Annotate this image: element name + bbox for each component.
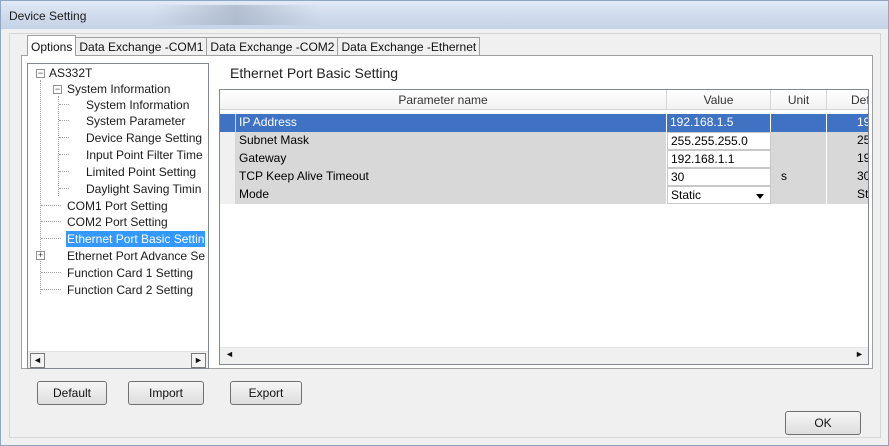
tree-line	[41, 238, 61, 239]
tree-item-com1-port-setting[interactable]: COM1 Port Setting	[67, 198, 168, 214]
tab-data-exchange-com2[interactable]: Data Exchange -COM2	[206, 37, 339, 56]
param-default: Static	[827, 186, 868, 204]
export-button[interactable]: Export	[230, 381, 302, 405]
table-row[interactable]: IP Address 192.168.1.5 192.168	[220, 114, 868, 132]
column-header-unit[interactable]: Unit	[771, 90, 827, 110]
param-unit	[771, 186, 827, 204]
param-value-input[interactable]: 192.168.1.1	[667, 150, 771, 168]
tab-options[interactable]: Options	[27, 35, 77, 56]
title-bar-decoration	[151, 5, 321, 25]
tree-line	[59, 104, 69, 105]
param-value-input[interactable]: 30	[667, 168, 771, 186]
table-row[interactable]: Subnet Mask 255.255.255.0 255.255	[220, 132, 868, 150]
row-indicator	[220, 132, 236, 150]
tree-line	[41, 289, 61, 290]
param-unit	[771, 150, 827, 168]
tree-item-function-card-2-setting[interactable]: Function Card 2 Setting	[67, 282, 193, 298]
tree-item-limited-point-setting[interactable]: Limited Point Setting	[86, 164, 196, 180]
column-header-value[interactable]: Value	[667, 90, 771, 110]
tree-root[interactable]: AS332T	[49, 65, 92, 81]
scroll-right-icon[interactable]: ►	[191, 353, 206, 368]
table-row[interactable]: TCP Keep Alive Timeout 30 s 30	[220, 168, 868, 186]
tree-item-ethernet-port-advance-setting[interactable]: Ethernet Port Advance Se	[67, 248, 205, 264]
row-indicator	[220, 168, 236, 186]
param-default: 255.255	[827, 132, 868, 150]
parameter-grid[interactable]: Parameter name Value Unit Def IP Address…	[219, 89, 869, 365]
tree-item-device-range-setting[interactable]: Device Range Setting	[86, 130, 202, 146]
device-setting-window: Device Setting Options Data Exchange -CO…	[0, 0, 889, 446]
tab-data-exchange-com1[interactable]: Data Exchange -COM1	[75, 37, 208, 56]
tree-line	[58, 96, 59, 196]
tree-line	[59, 188, 69, 189]
param-default: 192.168	[827, 114, 868, 132]
collapse-icon[interactable]: −	[53, 85, 62, 94]
tree-line	[59, 154, 69, 155]
tree-line	[41, 272, 61, 273]
default-button[interactable]: Default	[37, 381, 107, 405]
param-default: 192.168	[827, 150, 868, 168]
grid-header: Parameter name Value Unit Def	[220, 90, 868, 110]
param-name: Gateway	[236, 150, 667, 168]
tree-line	[41, 221, 61, 222]
expand-icon[interactable]: +	[36, 251, 45, 260]
param-unit	[771, 114, 827, 132]
tree-item-function-card-1-setting[interactable]: Function Card 1 Setting	[67, 265, 193, 281]
column-header-default[interactable]: Def	[827, 90, 868, 110]
tree-line	[59, 137, 69, 138]
dropdown-arrow-icon[interactable]	[756, 194, 764, 199]
param-name: IP Address	[236, 114, 667, 132]
tree-horizontal-scrollbar[interactable]: ◄ ►	[28, 351, 208, 368]
tree-group-system-information[interactable]: System Information	[67, 81, 170, 97]
tab-strip: Options Data Exchange -COM1 Data Exchang…	[27, 35, 481, 56]
column-header-parameter-name[interactable]: Parameter name	[220, 90, 667, 110]
scroll-right-icon[interactable]: ►	[852, 348, 867, 363]
tab-data-exchange-ethernet[interactable]: Data Exchange -Ethernet	[337, 37, 481, 56]
window-title: Device Setting	[9, 9, 87, 23]
row-indicator	[220, 186, 236, 204]
param-value-input[interactable]: 255.255.255.0	[667, 132, 771, 150]
tree-line	[41, 205, 61, 206]
tree-item-system-parameter[interactable]: System Parameter	[86, 113, 185, 129]
tree-item-input-point-filter-time[interactable]: Input Point Filter Time	[86, 147, 203, 163]
param-name: Mode	[236, 186, 667, 204]
row-indicator	[220, 114, 236, 132]
grid-horizontal-scrollbar[interactable]: ◄ ►	[220, 347, 868, 364]
tree-line	[59, 120, 69, 121]
scroll-left-icon[interactable]: ◄	[222, 348, 237, 363]
import-button[interactable]: Import	[128, 381, 204, 405]
table-row[interactable]: Mode Static Static	[220, 186, 868, 204]
param-value[interactable]: 192.168.1.5	[667, 114, 771, 132]
mode-dropdown[interactable]: Static	[667, 186, 771, 204]
param-default: 30	[827, 168, 868, 186]
row-indicator	[220, 150, 236, 168]
scroll-left-icon[interactable]: ◄	[30, 353, 45, 368]
section-title: Ethernet Port Basic Setting	[230, 65, 399, 81]
mode-dropdown-value: Static	[671, 188, 702, 202]
param-name: Subnet Mask	[236, 132, 667, 150]
settings-tree[interactable]: − AS332T − System Information System Inf…	[27, 63, 209, 369]
tree-item-system-information[interactable]: System Information	[86, 97, 189, 113]
tree-item-daylight-saving-timing[interactable]: Daylight Saving Timin	[86, 181, 201, 197]
tree-item-ethernet-port-basic-setting[interactable]: Ethernet Port Basic Settin	[66, 231, 206, 247]
title-bar[interactable]: Device Setting	[1, 1, 888, 29]
tree-line	[40, 80, 41, 294]
tree-line	[59, 171, 69, 172]
collapse-icon[interactable]: −	[36, 69, 45, 78]
param-unit	[771, 132, 827, 150]
ok-button[interactable]: OK	[785, 411, 861, 435]
tree-item-com2-port-setting[interactable]: COM2 Port Setting	[67, 214, 168, 230]
table-row[interactable]: Gateway 192.168.1.1 192.168	[220, 150, 868, 168]
param-name: TCP Keep Alive Timeout	[236, 168, 667, 186]
param-unit: s	[771, 168, 827, 186]
